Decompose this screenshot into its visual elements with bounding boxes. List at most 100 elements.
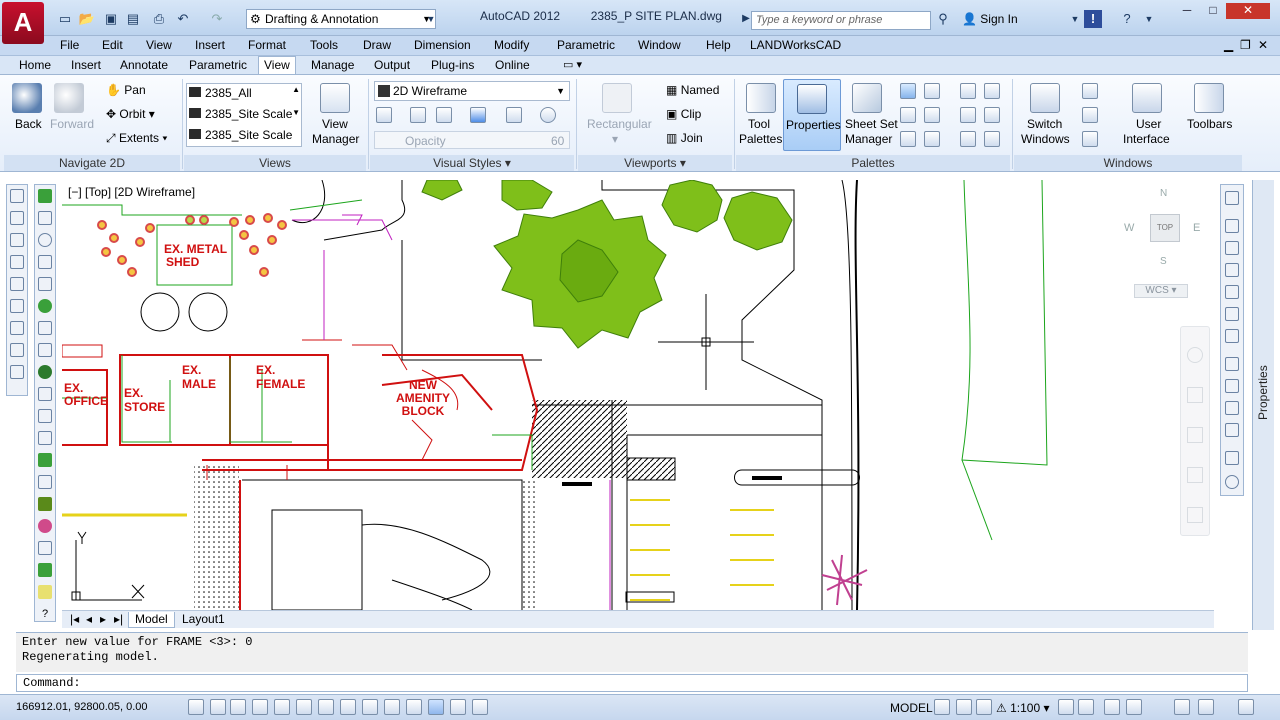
box-icon[interactable] xyxy=(1225,285,1239,299)
help-icon[interactable]: ? xyxy=(1118,10,1136,28)
ducs-icon[interactable] xyxy=(362,699,378,715)
isolate-objects-icon[interactable] xyxy=(1198,699,1214,715)
open-file-icon[interactable]: 📂 xyxy=(78,10,96,28)
viewcube-east[interactable]: E xyxy=(1193,222,1200,234)
views-list-item[interactable]: 2385_Site Scale xyxy=(189,107,292,121)
view-manager-label-2[interactable]: Manager xyxy=(312,132,359,146)
grid-icon[interactable] xyxy=(230,699,246,715)
pan-button[interactable]: ✋ Pan xyxy=(106,83,146,97)
menu-help[interactable]: Help xyxy=(706,38,731,52)
scroll-down-icon[interactable]: ▼ xyxy=(292,108,300,117)
tool-icon[interactable] xyxy=(38,563,52,577)
zoom-out-icon[interactable] xyxy=(10,321,24,335)
doc-close-icon[interactable]: ✕ xyxy=(1258,38,1268,52)
shadow-icon[interactable] xyxy=(436,107,452,123)
polar-icon[interactable] xyxy=(274,699,290,715)
view-icon[interactable] xyxy=(1225,401,1239,415)
hardware-acceleration-icon[interactable] xyxy=(1174,699,1190,715)
undo-icon[interactable]: ↶ xyxy=(174,10,192,28)
menu-window[interactable]: Window xyxy=(638,38,681,52)
tool-icon[interactable] xyxy=(38,277,52,291)
menu-file[interactable]: File xyxy=(60,38,79,52)
user-interface-label[interactable]: User xyxy=(1136,117,1161,131)
zoom-nav-icon[interactable] xyxy=(1187,427,1203,443)
forward-button[interactable]: Forward xyxy=(50,117,94,131)
minimize-icon[interactable]: ─ xyxy=(1174,3,1200,19)
color-icon[interactable] xyxy=(470,107,486,123)
properties-palette-label[interactable]: Properties xyxy=(1256,365,1270,420)
command-line-icon[interactable] xyxy=(924,131,940,147)
viewcube-face[interactable]: TOP xyxy=(1150,214,1180,242)
doc-minimize-icon[interactable]: ▁ xyxy=(1224,38,1233,52)
markup-icon[interactable] xyxy=(924,83,940,99)
search-input[interactable]: Type a keyword or phrase xyxy=(751,11,931,30)
tab-insert[interactable]: Insert xyxy=(66,57,106,75)
ortho-icon[interactable] xyxy=(252,699,268,715)
palette-e-icon[interactable] xyxy=(960,131,976,147)
3d-osnap-icon[interactable] xyxy=(318,699,334,715)
box-icon[interactable] xyxy=(1225,219,1239,233)
menu-insert[interactable]: Insert xyxy=(195,38,225,52)
panel-title-viewports[interactable]: Viewports ▾ xyxy=(578,155,732,171)
zoom-center-icon[interactable] xyxy=(10,255,24,269)
panel-title-views[interactable]: Views xyxy=(184,155,366,171)
sheet-set-label[interactable]: Sheet Set xyxy=(845,117,898,131)
tab-online[interactable]: Online xyxy=(490,57,535,75)
help-dropdown-icon[interactable]: ▼ xyxy=(1140,10,1158,28)
pan-status-icon[interactable] xyxy=(976,699,992,715)
quick-view-drawings-icon[interactable] xyxy=(956,699,972,715)
tool-icon[interactable] xyxy=(38,343,52,357)
viewcube-south[interactable]: S xyxy=(1160,256,1167,267)
lighting-icon[interactable] xyxy=(506,107,522,123)
tree-tool-icon[interactable] xyxy=(38,189,52,203)
menu-tools[interactable]: Tools xyxy=(310,38,338,52)
maximize-icon[interactable]: □ xyxy=(1200,3,1226,19)
tool-icon[interactable] xyxy=(38,233,52,247)
workspace-switch-icon[interactable] xyxy=(1104,699,1120,715)
orbit-nav-icon[interactable] xyxy=(1187,467,1203,483)
user-interface-label-2[interactable]: Interface xyxy=(1123,132,1170,146)
flower-tool-icon[interactable] xyxy=(38,519,52,533)
tile-vertical-icon[interactable] xyxy=(1082,107,1098,123)
palette-b-icon[interactable] xyxy=(984,83,1000,99)
tpy-icon[interactable] xyxy=(428,699,444,715)
face-style-icon[interactable] xyxy=(410,107,426,123)
views-list-item[interactable]: 2385_All xyxy=(189,86,252,100)
views-list-item[interactable]: 2385_Site Scale xyxy=(189,128,292,142)
otrack-icon[interactable] xyxy=(340,699,356,715)
lwt-icon[interactable] xyxy=(406,699,422,715)
tool-icon[interactable] xyxy=(38,321,52,335)
tab-output[interactable]: Output xyxy=(369,57,415,75)
signin-dropdown-icon[interactable]: ▼ xyxy=(1066,10,1084,28)
application-menu-button[interactable]: A xyxy=(2,2,44,44)
rectangular-dropdown-icon[interactable]: ▾ xyxy=(612,132,618,146)
zoom-window-icon[interactable] xyxy=(10,189,24,203)
redo-icon[interactable]: ↷ xyxy=(208,10,226,28)
tool-icon[interactable] xyxy=(38,255,52,269)
viewcube-north[interactable]: N xyxy=(1160,188,1167,199)
sheet-set-label-2[interactable]: Manager xyxy=(845,132,892,146)
palette-c-icon[interactable] xyxy=(960,107,976,123)
menu-format[interactable]: Format xyxy=(248,38,286,52)
palette-a-icon[interactable] xyxy=(960,83,976,99)
tool-icon[interactable] xyxy=(38,541,52,555)
viewport-controls-label[interactable]: [−] [Top] [2D Wireframe] xyxy=(68,185,196,199)
edge-style-icon[interactable] xyxy=(376,107,392,123)
orbit-button[interactable]: ✥ Orbit ▾ xyxy=(106,107,155,121)
auto-scale-icon[interactable] xyxy=(1078,699,1094,715)
palette-f-icon[interactable] xyxy=(984,131,1000,147)
zoom-extents-tool-icon[interactable] xyxy=(10,365,24,379)
cascade-icon[interactable] xyxy=(1082,131,1098,147)
view-icon[interactable] xyxy=(1225,379,1239,393)
close-icon[interactable]: ✕ xyxy=(1226,3,1270,19)
scroll-up-icon[interactable]: ▲ xyxy=(292,85,300,94)
tab-nav-last-icon[interactable]: ▸| xyxy=(108,612,129,628)
panel-title-navigate[interactable]: Navigate 2D xyxy=(4,155,180,171)
zoom-tool-icon[interactable] xyxy=(1225,475,1239,489)
design-center-icon[interactable] xyxy=(900,83,916,99)
tab-manage[interactable]: Manage xyxy=(306,57,359,75)
menu-landworkscad[interactable]: LANDWorksCAD xyxy=(750,38,841,52)
opacity-slider[interactable]: Opacity 60 xyxy=(374,131,570,149)
views-list[interactable]: 2385_All 2385_Site Scale 2385_Site Scale… xyxy=(186,83,302,147)
exchange-icon[interactable]: ! xyxy=(1084,10,1102,28)
